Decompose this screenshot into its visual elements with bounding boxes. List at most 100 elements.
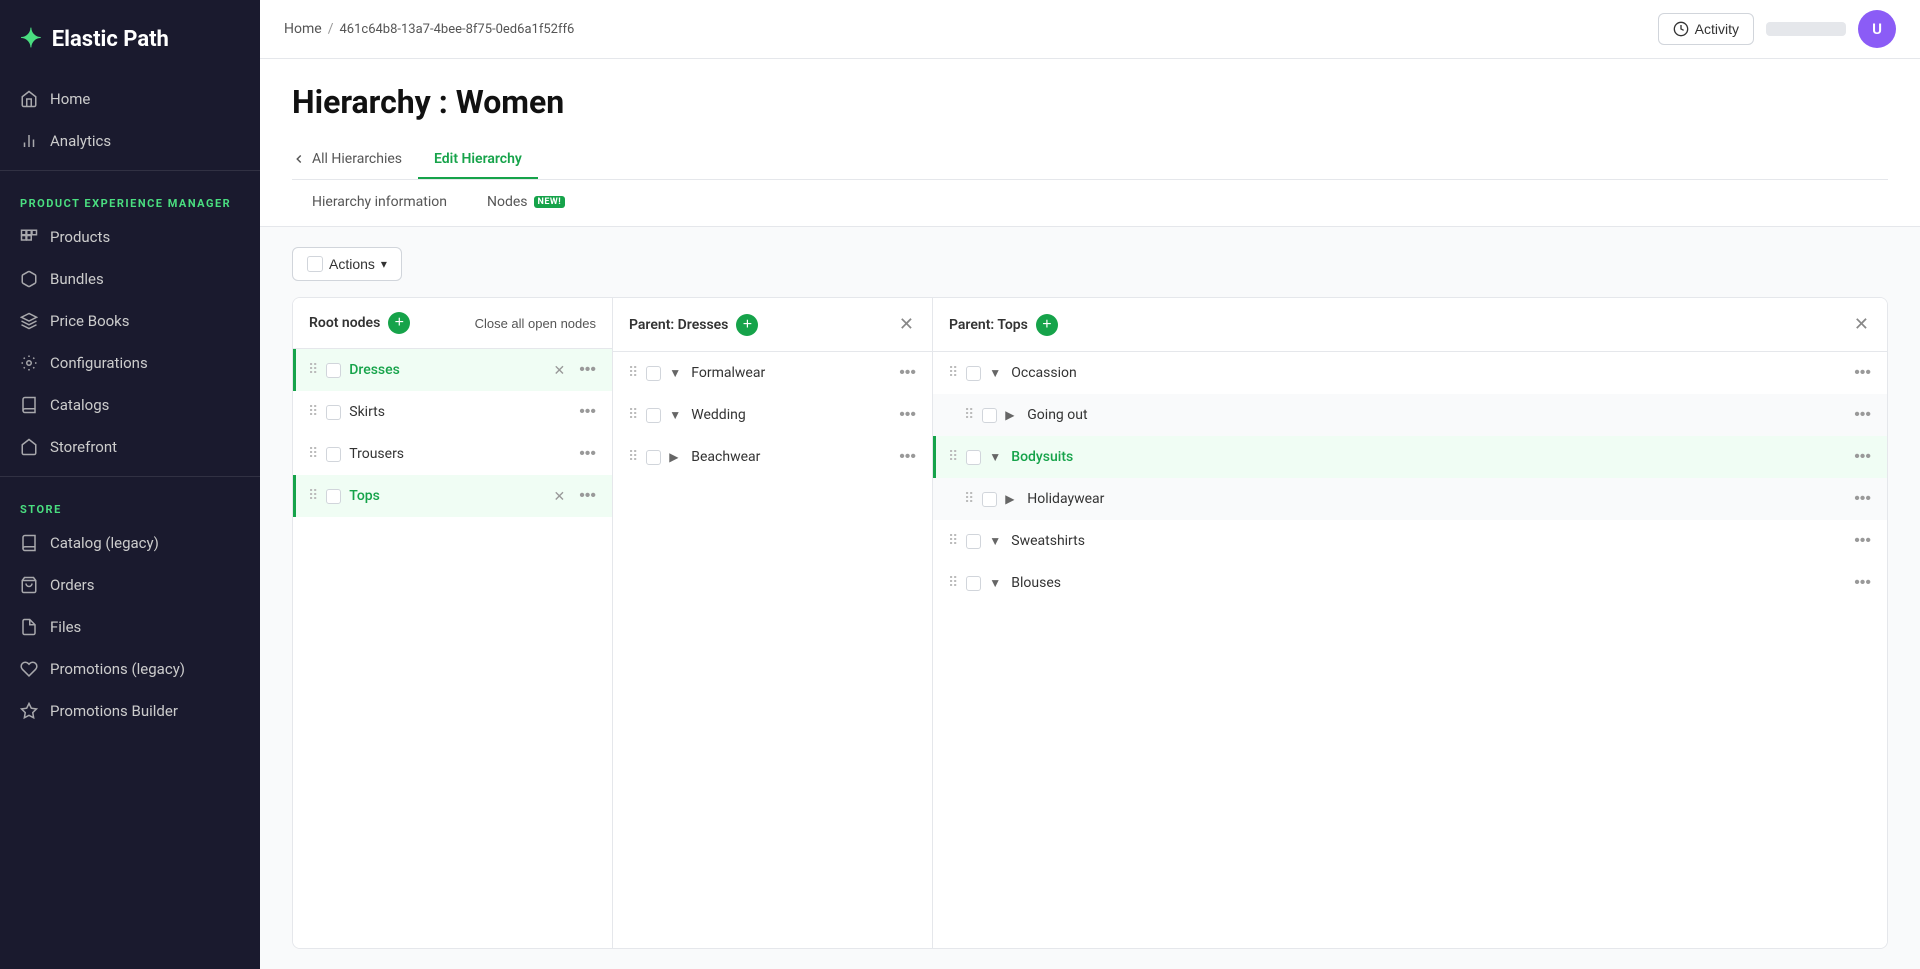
column-root-add-button[interactable]: +	[388, 312, 410, 334]
sidebar-item-home[interactable]: Home	[0, 78, 260, 120]
node-checkbox-blouses[interactable]	[966, 576, 981, 591]
files-icon	[20, 618, 38, 636]
node-more-beachwear[interactable]: •••	[895, 446, 920, 468]
node-row-occassion[interactable]: ⠿ ▼ Occassion •••	[933, 352, 1887, 394]
node-row-tops[interactable]: ⠿ Tops ✕ •••	[293, 475, 612, 517]
actions-bar: Actions ▾	[292, 247, 1888, 281]
node-checkbox-beachwear[interactable]	[646, 450, 661, 465]
sidebar-item-promotions-legacy[interactable]: Promotions (legacy)	[0, 648, 260, 690]
node-row-formalwear[interactable]: ⠿ ▼ Formalwear •••	[613, 352, 932, 394]
sub-nav-nodes[interactable]: Nodes NEW!	[467, 180, 585, 226]
sidebar-item-catalog-legacy[interactable]: Catalog (legacy)	[0, 522, 260, 564]
breadcrumb-home[interactable]: Home	[284, 21, 322, 37]
node-row-blouses[interactable]: ⠿ ▼ Blouses •••	[933, 562, 1887, 604]
sidebar-item-pricebooks[interactable]: Price Books	[0, 300, 260, 342]
sidebar-item-products[interactable]: Products	[0, 216, 260, 258]
activity-label: Activity	[1695, 21, 1739, 37]
node-checkbox-skirts[interactable]	[326, 405, 341, 420]
sidebar-item-promotions-legacy-label: Promotions (legacy)	[50, 660, 185, 678]
tab-edit-hierarchy[interactable]: Edit Hierarchy	[418, 141, 538, 179]
sidebar-item-bundles[interactable]: Bundles	[0, 258, 260, 300]
node-more-sweatshirts[interactable]: •••	[1850, 530, 1875, 552]
column-dresses-header: Parent: Dresses + ✕	[613, 298, 932, 352]
node-name-blouses: Blouses	[1011, 575, 1842, 591]
sidebar-item-configurations[interactable]: Configurations	[0, 342, 260, 384]
node-checkbox-trousers[interactable]	[326, 447, 341, 462]
drag-handle-occassion: ⠿	[948, 365, 958, 381]
node-checkbox-going-out[interactable]	[982, 408, 997, 423]
sidebar-item-catalogs[interactable]: Catalogs	[0, 384, 260, 426]
main-content: Home / 461c64b8-13a7-4bee-8f75-0ed6a1f52…	[260, 0, 1920, 969]
sidebar-item-analytics[interactable]: Analytics	[0, 120, 260, 162]
node-more-blouses[interactable]: •••	[1850, 572, 1875, 594]
node-row-dresses[interactable]: ⠿ Dresses ✕ •••	[293, 349, 612, 391]
node-more-wedding[interactable]: •••	[895, 404, 920, 426]
content-area: Actions ▾ Root nodes + Close all open no…	[260, 227, 1920, 969]
breadcrumb-sep: /	[328, 21, 334, 37]
node-row-beachwear[interactable]: ⠿ ▶ Beachwear •••	[613, 436, 932, 478]
sub-nav-hierarchy-info[interactable]: Hierarchy information	[292, 180, 467, 226]
tab-back-label: All Hierarchies	[312, 151, 402, 167]
columns-container: Root nodes + Close all open nodes ⠿ Dres…	[292, 297, 1888, 949]
node-row-wedding[interactable]: ⠿ ▼ Wedding •••	[613, 394, 932, 436]
node-row-going-out[interactable]: ⠿ ▶ Going out •••	[933, 394, 1887, 436]
drag-handle-wedding: ⠿	[628, 407, 638, 423]
tab-all-hierarchies[interactable]: All Hierarchies	[292, 141, 418, 179]
column-tops-close-button[interactable]: ✕	[1852, 312, 1871, 337]
column-dresses-add-button[interactable]: +	[736, 314, 758, 336]
node-checkbox-wedding[interactable]	[646, 408, 661, 423]
sidebar-item-bundles-label: Bundles	[50, 270, 104, 288]
node-checkbox-holidaywear[interactable]	[982, 492, 997, 507]
node-more-skirts[interactable]: •••	[575, 401, 600, 423]
node-row-trousers[interactable]: ⠿ Trousers •••	[293, 433, 612, 475]
sidebar-item-orders[interactable]: Orders	[0, 564, 260, 606]
expand-icon-beachwear: ▶	[669, 450, 683, 464]
promotions-builder-icon	[20, 702, 38, 720]
node-close-tops[interactable]: ✕	[551, 486, 567, 507]
node-checkbox-tops[interactable]	[326, 489, 341, 504]
column-dresses-title: Parent: Dresses	[629, 317, 728, 333]
node-more-trousers[interactable]: •••	[575, 443, 600, 465]
tab-edit-label: Edit Hierarchy	[434, 151, 522, 167]
expand-icon-formalwear: ▼	[669, 366, 683, 380]
actions-chevron: ▾	[381, 257, 387, 271]
node-checkbox-dresses[interactable]	[326, 363, 341, 378]
node-row-bodysuits[interactable]: ⠿ ▼ Bodysuits •••	[933, 436, 1887, 478]
node-more-bodysuits[interactable]: •••	[1850, 446, 1875, 468]
node-close-dresses[interactable]: ✕	[551, 360, 567, 381]
close-all-nodes-button[interactable]: Close all open nodes	[475, 316, 596, 331]
node-more-occassion[interactable]: •••	[1850, 362, 1875, 384]
node-row-skirts[interactable]: ⠿ Skirts •••	[293, 391, 612, 433]
node-row-sweatshirts[interactable]: ⠿ ▼ Sweatshirts •••	[933, 520, 1887, 562]
node-checkbox-sweatshirts[interactable]	[966, 534, 981, 549]
node-more-dresses[interactable]: •••	[575, 359, 600, 381]
actions-button[interactable]: Actions ▾	[292, 247, 402, 281]
node-name-formalwear: Formalwear	[691, 365, 887, 381]
activity-button[interactable]: Activity	[1658, 13, 1754, 45]
app-logo[interactable]: ✦ Elastic Path	[0, 0, 260, 78]
sidebar-item-promotions-builder[interactable]: Promotions Builder	[0, 690, 260, 732]
page-title: Hierarchy : Women	[292, 83, 1888, 121]
node-name-wedding: Wedding	[691, 407, 887, 423]
pem-section-label: PRODUCT EXPERIENCE MANAGER	[0, 179, 260, 216]
column-tops-add-button[interactable]: +	[1036, 314, 1058, 336]
logo-icon: ✦	[20, 24, 42, 54]
node-more-tops[interactable]: •••	[575, 485, 600, 507]
avatar[interactable]: U	[1858, 10, 1896, 48]
node-row-holidaywear[interactable]: ⠿ ▶ Holidaywear •••	[933, 478, 1887, 520]
column-dresses-close-button[interactable]: ✕	[897, 312, 916, 337]
drag-handle-blouses: ⠿	[948, 575, 958, 591]
node-more-formalwear[interactable]: •••	[895, 362, 920, 384]
actions-checkbox[interactable]	[307, 256, 323, 272]
node-more-holidaywear[interactable]: •••	[1850, 488, 1875, 510]
node-checkbox-occassion[interactable]	[966, 366, 981, 381]
drag-handle-dresses: ⠿	[308, 362, 318, 378]
promotions-legacy-icon	[20, 660, 38, 678]
node-more-going-out[interactable]: •••	[1850, 404, 1875, 426]
drag-handle-sweatshirts: ⠿	[948, 533, 958, 549]
node-checkbox-bodysuits[interactable]	[966, 450, 981, 465]
sidebar-item-files[interactable]: Files	[0, 606, 260, 648]
sidebar-item-storefront[interactable]: Storefront	[0, 426, 260, 468]
catalog-legacy-icon	[20, 534, 38, 552]
node-checkbox-formalwear[interactable]	[646, 366, 661, 381]
